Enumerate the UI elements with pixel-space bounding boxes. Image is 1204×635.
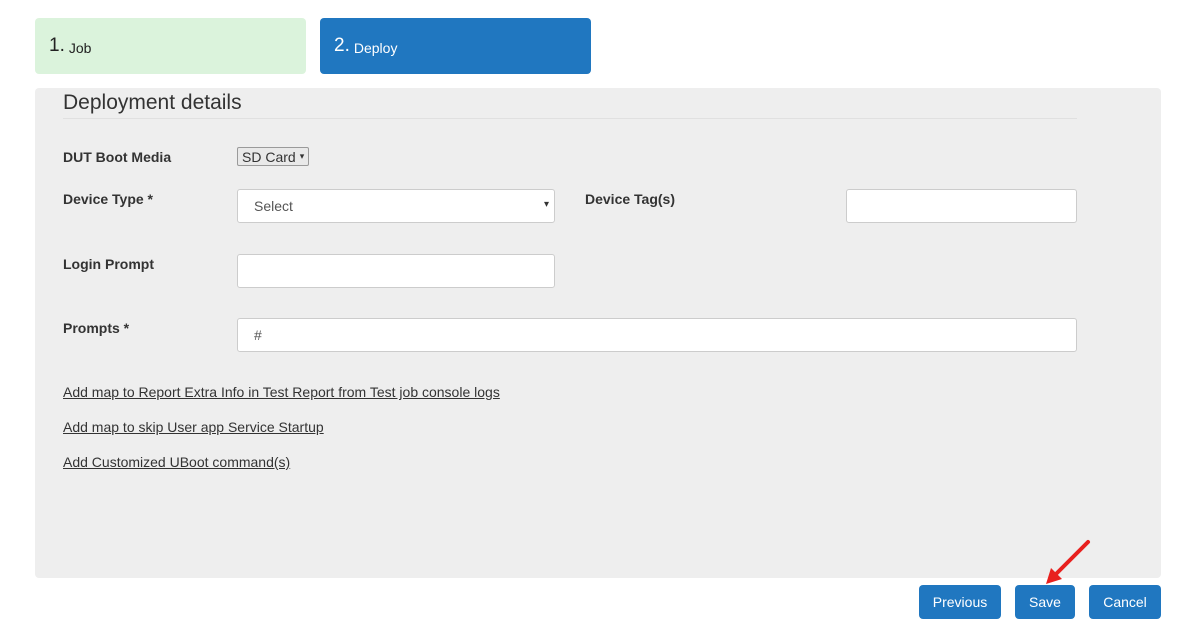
deploy-page: 1. Job 2. Deploy Deployment details DUT … [0,0,1204,635]
boot-media-select[interactable]: SD Card ▾ [237,147,310,166]
step-number: 2. [334,35,350,56]
login-prompt-label: Login Prompt [63,256,154,272]
title-divider [63,118,1077,119]
save-button[interactable]: Save [1015,585,1075,619]
red-arrow-icon [1046,540,1090,584]
add-uboot-command-link[interactable]: Add Customized UBoot command(s) [63,454,290,470]
previous-button[interactable]: Previous [919,585,1001,619]
device-type-label: Device Type * [63,191,154,207]
boot-media-label: DUT Boot Media [63,149,172,165]
panel-title: Deployment details [63,91,242,114]
step-label: Job [68,39,92,56]
device-tags-label: Device Tag(s) [585,191,675,207]
boot-media-value: SD Card [242,148,296,165]
caret-down-icon: ▾ [543,199,549,210]
step-number: 1. [49,35,65,56]
login-prompt-input[interactable] [237,254,555,288]
prompts-label: Prompts * [63,320,130,336]
wizard-step-job[interactable]: 1. Job [35,18,306,74]
step-label: Deploy [353,39,398,56]
device-type-value: Select [254,198,293,214]
cancel-button[interactable]: Cancel [1089,585,1161,619]
device-tags-input[interactable] [846,189,1077,223]
wizard-step-deploy[interactable]: 2. Deploy [320,18,591,74]
deployment-panel: Deployment details DUT Boot Media SD Car… [35,88,1161,578]
add-report-extra-info-link[interactable]: Add map to Report Extra Info in Test Rep… [63,384,500,400]
caret-down-icon: ▾ [299,151,305,161]
add-skip-service-startup-link[interactable]: Add map to skip User app Service Startup [63,419,324,435]
prompts-input[interactable] [237,318,1077,352]
device-type-select[interactable]: Select ▾ [237,189,555,223]
